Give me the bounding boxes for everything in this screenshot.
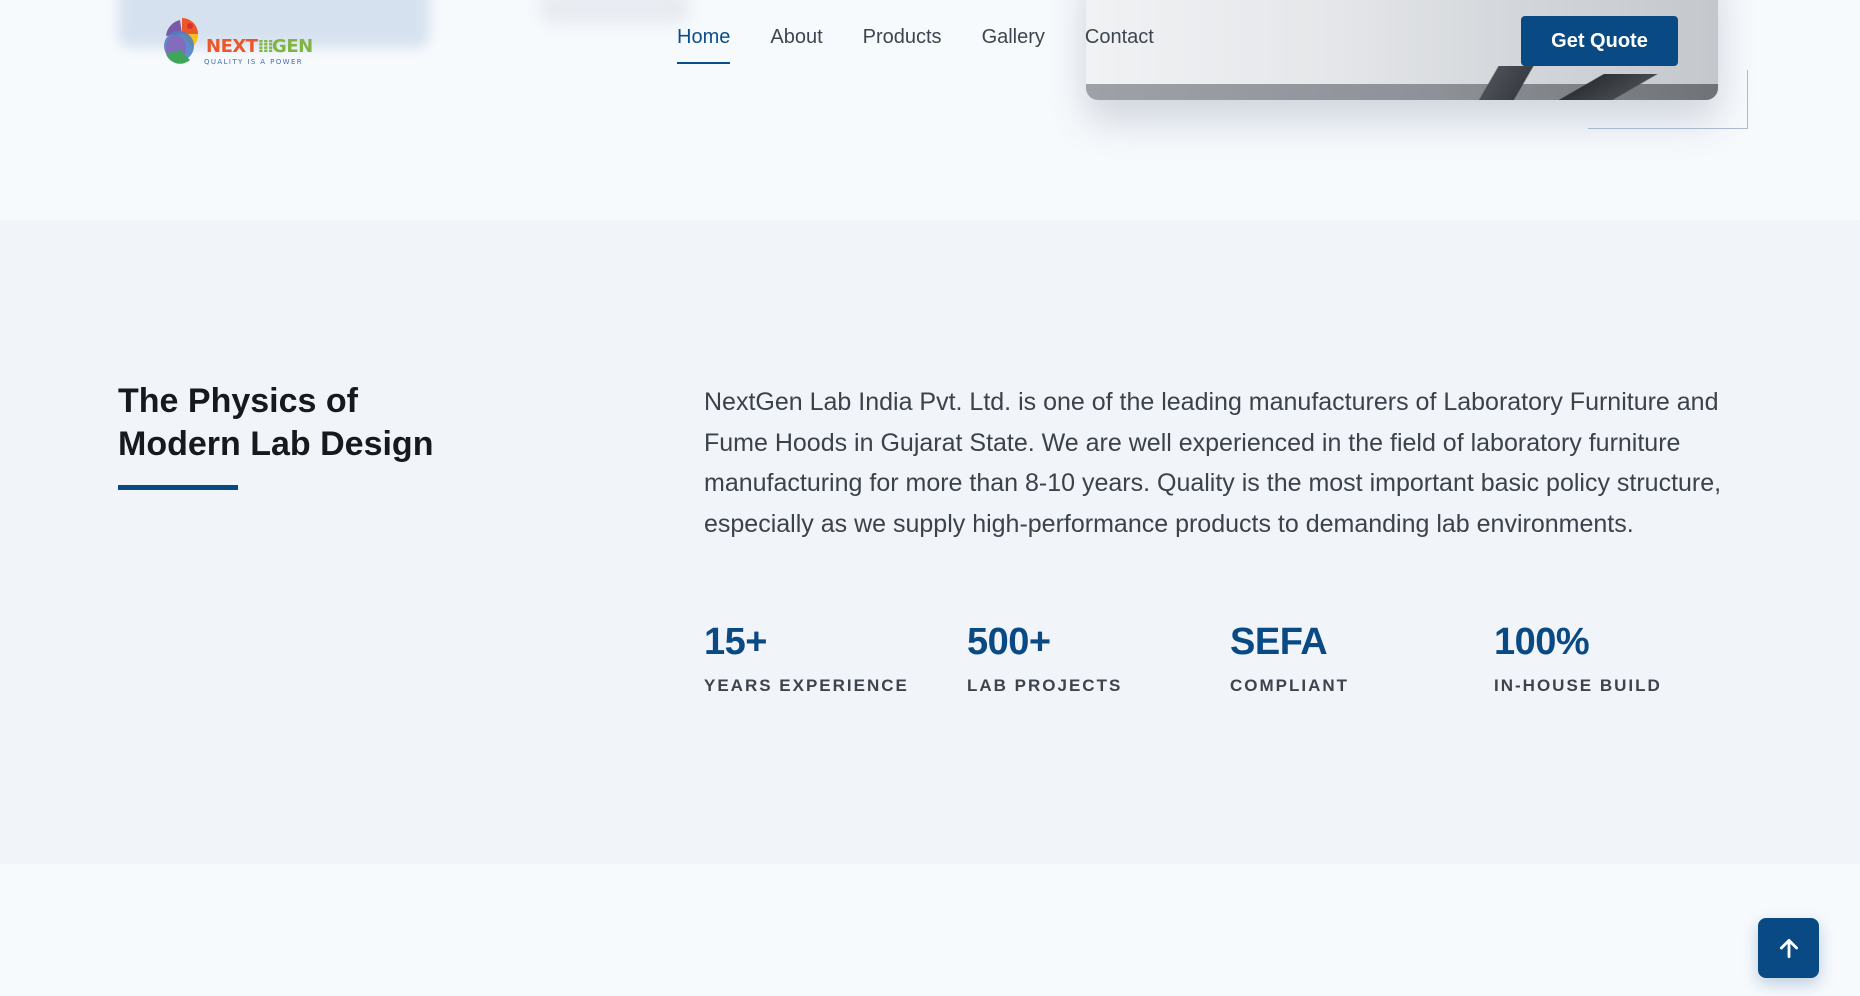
stat-value: SEFA [1230,621,1328,663]
stat-label: LAB PROJECTS [967,676,1123,695]
logo-wordmark-next: NEXT [206,36,258,57]
about-description: NextGen Lab India Pvt. Ltd. is one of th… [704,388,1722,538]
arrow-up-icon [1779,939,1798,959]
logo-wordmark: NEXT⁞⁞⁞GEN [206,38,313,56]
main-nav: Home About Products Gallery Contact [677,26,1154,64]
stat-years-experience: 15+ YEARS EXPERIENCE [704,620,944,696]
stat-value: 500+ [967,621,1051,663]
stats-row: 15+ YEARS EXPERIENCE 500+ LAB PROJECTS S… [704,620,1764,710]
stat-label: COMPLIANT [1230,676,1350,695]
about-title-line-1: The Physics of [118,382,358,420]
about-title: The Physics of Modern Lab Design [118,380,538,466]
stat-in-house-build: 100% IN-HOUSE BUILD [1494,620,1734,696]
about-title-line-2: Modern Lab Design [118,425,434,463]
stat-value: 15+ [704,621,767,663]
logo-mark-icon [164,18,199,64]
site-header: NEXT⁞⁞⁞GEN QUALITY IS A POWER Home About… [0,0,1860,82]
logo-wordmark-gen: GEN [272,36,313,57]
nav-item-home[interactable]: Home [677,26,731,64]
nav-item-contact[interactable]: Contact [1085,26,1154,62]
logo-tagline: QUALITY IS A POWER [204,58,304,66]
next-section [0,864,1860,996]
stat-value: 100% [1494,621,1590,663]
nav-item-products[interactable]: Products [863,26,942,62]
logo-bars-icon: ⁞⁞⁞ [257,36,274,57]
stat-sefa-compliant: SEFA COMPLIANT [1230,620,1470,696]
nav-item-about[interactable]: About [770,26,822,62]
stat-label: IN-HOUSE BUILD [1494,676,1662,695]
get-quote-button[interactable]: Get Quote [1521,16,1678,66]
back-to-top-button[interactable] [1758,918,1819,978]
title-underline [118,485,238,490]
stat-label: YEARS EXPERIENCE [704,676,909,695]
brand-logo[interactable]: NEXT⁞⁞⁞GEN QUALITY IS A POWER [156,14,326,68]
nav-item-gallery[interactable]: Gallery [982,26,1045,62]
about-section: The Physics of Modern Lab Design NextGen… [0,220,1860,864]
stat-lab-projects: 500+ LAB PROJECTS [967,620,1207,696]
